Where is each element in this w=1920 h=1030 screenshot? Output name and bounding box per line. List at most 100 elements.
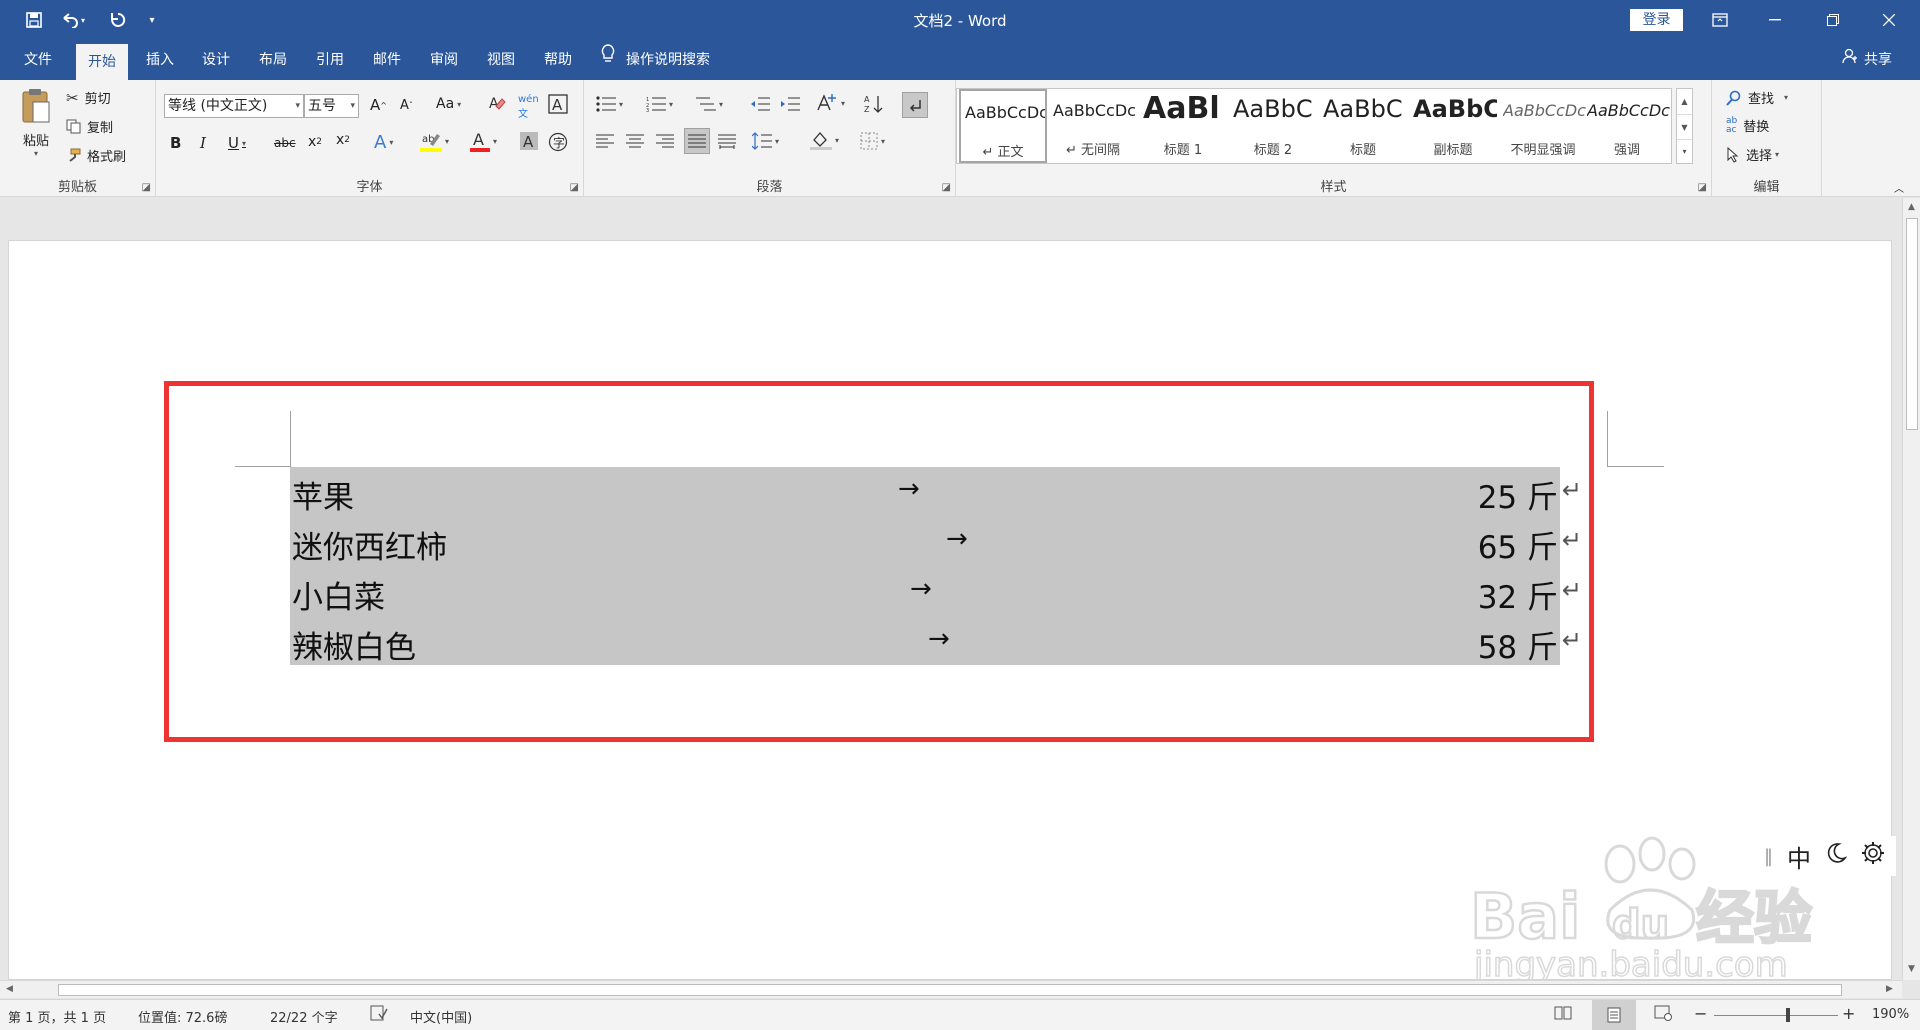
gear-icon[interactable]	[1861, 841, 1885, 871]
style-heading-2[interactable]: AaBbC 标题 2	[1229, 89, 1317, 163]
italic-icon[interactable]: I	[200, 134, 206, 152]
highlight-color-icon[interactable]: ab ▾	[420, 130, 449, 152]
horizontal-scroll-thumb[interactable]	[58, 984, 1842, 996]
vertical-scrollbar[interactable]: ▲ ▼	[1902, 198, 1920, 980]
zoom-in-icon[interactable]: +	[1842, 1004, 1855, 1023]
dialog-launcher-icon[interactable]: ◪	[942, 182, 951, 193]
style-title[interactable]: AaBbC 标题	[1319, 89, 1407, 163]
close-icon[interactable]	[1866, 0, 1912, 40]
replace-button[interactable]: ab ac 替换	[1726, 116, 1769, 135]
style-no-spacing[interactable]: AaBbCcDc ↵ 无间隔	[1049, 89, 1137, 163]
tab-mailings[interactable]: 邮件	[361, 40, 413, 80]
tab-review[interactable]: 审阅	[418, 40, 470, 80]
moon-icon[interactable]	[1825, 842, 1848, 870]
page-count[interactable]: 第 1 页，共 1 页	[8, 1007, 106, 1026]
align-center-icon[interactable]	[626, 134, 644, 148]
styles-gallery-scroll[interactable]: ▲ ▼ ▾	[1676, 88, 1693, 164]
scroll-right-icon[interactable]: ▶	[1886, 984, 1893, 994]
style-heading-1[interactable]: AaBl 标题 1	[1139, 89, 1227, 163]
dialog-launcher-icon[interactable]: ◪	[1698, 182, 1707, 193]
more-styles-icon[interactable]: ▾	[1677, 139, 1692, 163]
read-mode-icon[interactable]	[1554, 1005, 1572, 1025]
borders-icon[interactable]: ▾	[860, 132, 885, 150]
share-button[interactable]: 共享	[1842, 40, 1892, 80]
shading-icon[interactable]: ▾	[810, 130, 839, 150]
style-subtitle[interactable]: AaBbC 副标题	[1409, 89, 1497, 163]
line-spacing-icon[interactable]: ▾	[752, 132, 779, 150]
align-left-icon[interactable]	[596, 134, 614, 148]
select-button[interactable]: 选择 ▾	[1726, 145, 1779, 164]
chevron-up-icon[interactable]: ▲	[1677, 89, 1692, 114]
tab-home[interactable]: 开始	[76, 44, 128, 80]
minimize-icon[interactable]	[1752, 0, 1798, 40]
redo-icon[interactable]	[106, 8, 130, 32]
show-marks-icon[interactable]	[902, 92, 928, 118]
tab-references[interactable]: 引用	[304, 40, 356, 80]
print-layout-icon[interactable]	[1592, 1000, 1636, 1030]
scroll-down-icon[interactable]: ▼	[1908, 964, 1915, 974]
undo-icon[interactable]: ▾	[58, 8, 88, 32]
language-status[interactable]: 中文(中国)	[410, 1007, 472, 1026]
tab-help[interactable]: 帮助	[532, 40, 584, 80]
dialog-launcher-icon[interactable]: ◪	[570, 182, 579, 193]
character-border-icon[interactable]: A	[548, 94, 568, 114]
ime-mode[interactable]: 中	[1787, 839, 1811, 874]
text-effects-icon[interactable]: A ▾	[374, 132, 393, 153]
save-icon[interactable]	[22, 8, 46, 32]
find-button[interactable]: 查找 ▾	[1726, 88, 1788, 107]
scroll-up-icon[interactable]: ▲	[1908, 202, 1915, 212]
web-layout-icon[interactable]	[1654, 1005, 1672, 1025]
chevron-down-icon[interactable]: ▼	[1677, 114, 1692, 139]
tab-file[interactable]: 文件	[10, 40, 66, 80]
subscript-icon[interactable]: x2	[308, 134, 322, 150]
tab-design[interactable]: 设计	[190, 40, 242, 80]
zoom-slider-thumb[interactable]	[1786, 1008, 1790, 1022]
tab-insert[interactable]: 插入	[134, 40, 186, 80]
grow-font-icon[interactable]: A ^	[370, 96, 387, 114]
zoom-slider-track[interactable]	[1714, 1015, 1838, 1016]
multilevel-list-icon[interactable]: ▾	[696, 96, 723, 112]
clear-format-icon[interactable]: A	[488, 94, 506, 112]
change-case-button[interactable]: Aa ▾	[436, 96, 461, 112]
shrink-font-icon[interactable]: Aˇ	[400, 98, 413, 113]
font-color-icon[interactable]: A ▾	[470, 130, 497, 152]
ribbon-display-icon[interactable]	[1697, 0, 1743, 40]
style-normal[interactable]: AaBbCcDc ↵ 正文	[959, 89, 1047, 163]
cut-button[interactable]: ✂ 剪切	[66, 88, 111, 108]
decrease-indent-icon[interactable]	[750, 96, 770, 112]
justify-icon[interactable]	[684, 128, 710, 154]
login-button[interactable]: 登录	[1630, 9, 1683, 31]
customize-icon[interactable]: ▾	[144, 8, 160, 32]
zoom-out-icon[interactable]: −	[1694, 1004, 1707, 1023]
format-painter-button[interactable]: 格式刷	[66, 146, 126, 165]
copy-button[interactable]: 复制	[66, 117, 113, 136]
tab-layout[interactable]: 布局	[247, 40, 299, 80]
vertical-scroll-thumb[interactable]	[1906, 218, 1918, 430]
collapse-ribbon-icon[interactable]: ︿	[1894, 180, 1904, 195]
style-subtle-emphasis[interactable]: AaBbCcDc 不明显强调	[1499, 89, 1587, 163]
enclose-characters-icon[interactable]: 字	[548, 132, 568, 152]
align-right-icon[interactable]	[656, 134, 674, 148]
bold-icon[interactable]: B	[170, 134, 181, 152]
sort-icon[interactable]: AZ	[864, 94, 884, 114]
paste-button[interactable]: 粘贴 ▾	[14, 86, 58, 158]
style-emphasis[interactable]: AaBbCcDc 强调	[1583, 89, 1671, 163]
font-size-combo[interactable]: 五号 ▾	[304, 94, 359, 118]
proofing-icon[interactable]	[370, 1005, 388, 1025]
horizontal-scrollbar[interactable]: ◀ ▶	[0, 980, 1902, 998]
font-name-combo[interactable]: 等线 (中文正文) ▾	[164, 94, 304, 118]
strikethrough-icon[interactable]: abc	[274, 136, 296, 150]
bullets-icon[interactable]: ▾	[596, 96, 623, 112]
numbering-icon[interactable]: 1 2 3 ▾	[646, 96, 673, 112]
phonetic-guide-icon[interactable]: wén 文	[518, 94, 539, 120]
dialog-launcher-icon[interactable]: ◪	[142, 182, 151, 193]
increase-indent-icon[interactable]	[780, 96, 800, 112]
drag-handle-icon[interactable]: ‖	[1764, 846, 1773, 867]
distributed-icon[interactable]	[718, 132, 736, 150]
zoom-level[interactable]: 190%	[1872, 1007, 1909, 1022]
tell-me-search[interactable]: 操作说明搜索	[600, 40, 710, 80]
character-shading-icon[interactable]: A	[520, 132, 538, 150]
tab-view[interactable]: 视图	[475, 40, 527, 80]
restore-icon[interactable]	[1810, 0, 1856, 40]
superscript-icon[interactable]: x2	[336, 132, 350, 148]
